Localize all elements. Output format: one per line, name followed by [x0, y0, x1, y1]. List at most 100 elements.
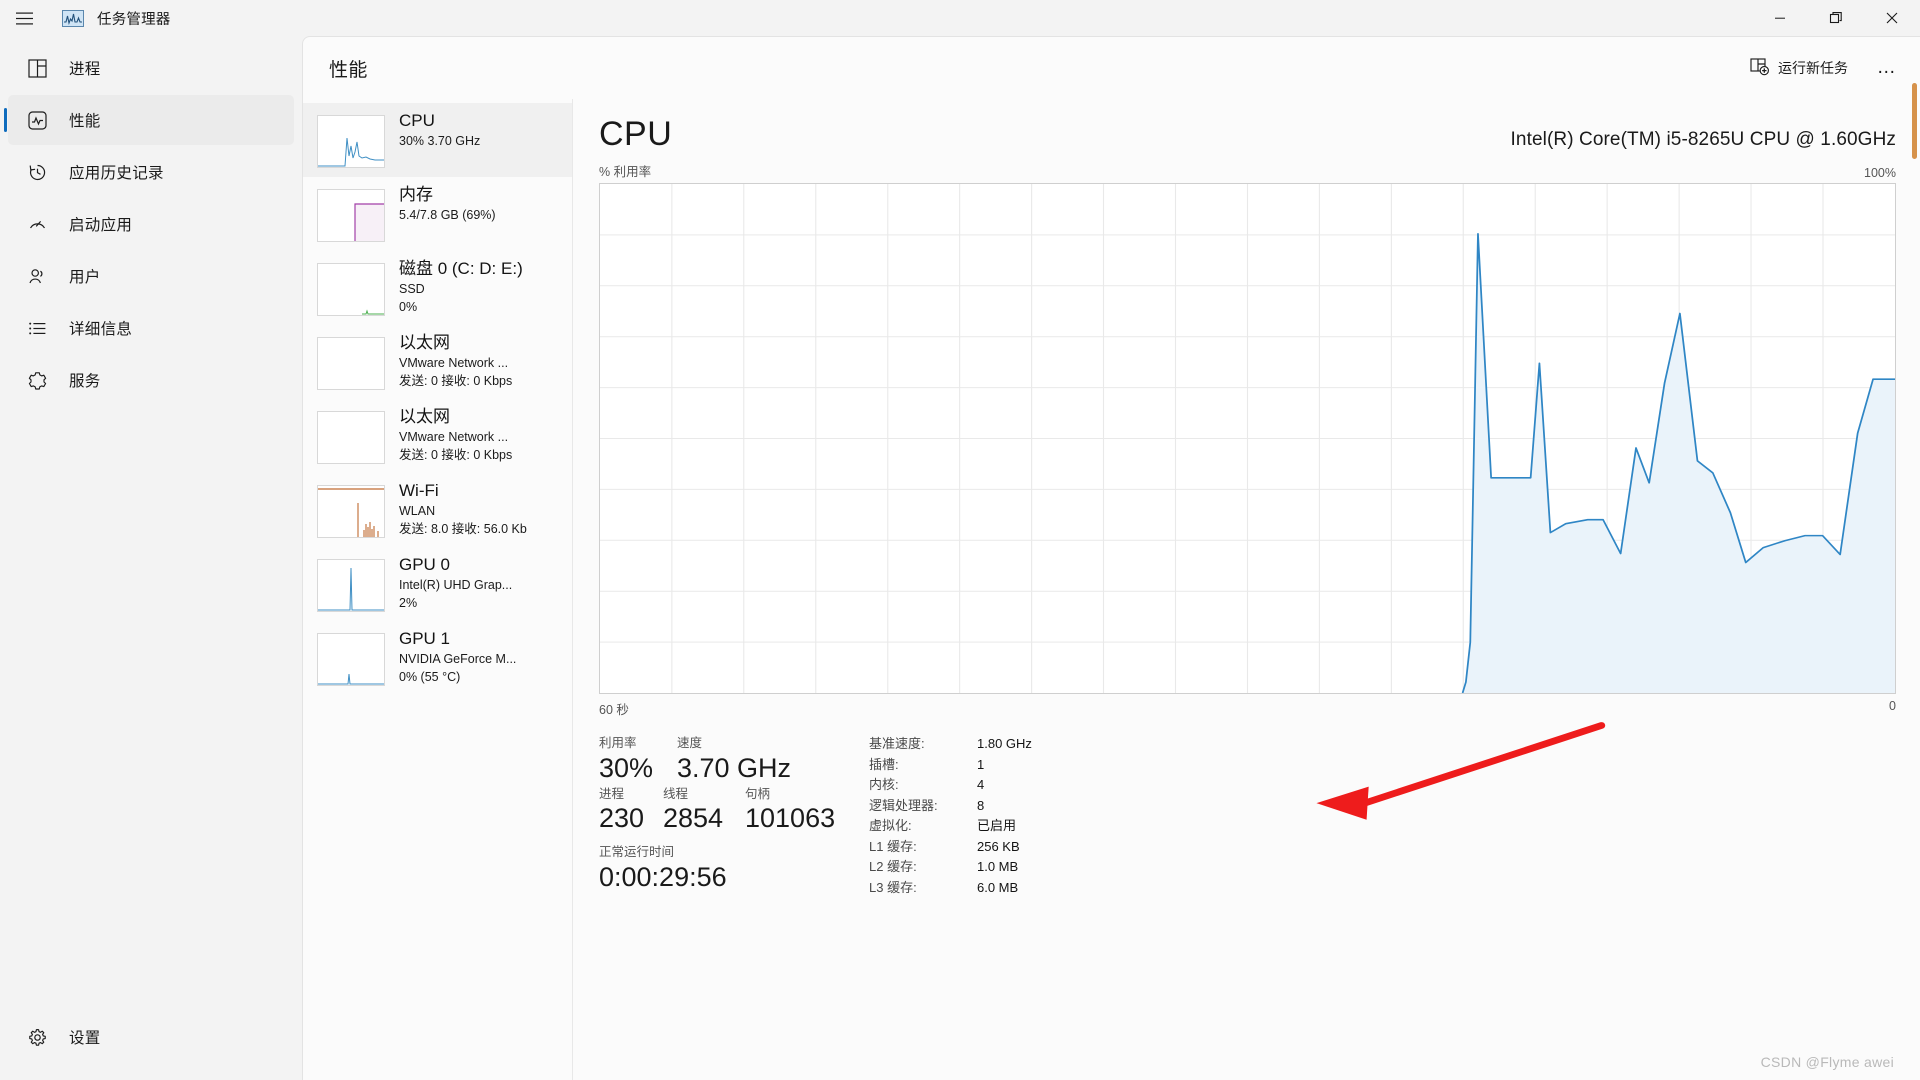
stat-handles: 句柄 101063 — [745, 785, 855, 836]
resource-item-gpu-0[interactable]: GPU 0 Intel(R) UHD Grap... 2% — [303, 547, 572, 621]
sidebar-label: 应用历史记录 — [69, 165, 164, 182]
spec-key: 插槽: — [869, 756, 899, 772]
services-icon — [22, 371, 52, 390]
sidebar-item-processes[interactable]: 进程 — [8, 43, 294, 93]
resource-text: CPU 30% 3.70 GHz — [399, 111, 480, 150]
resource-item-gpu-1[interactable]: GPU 1 NVIDIA GeForce M... 0% (55 °C) — [303, 621, 572, 695]
stat-label: 进程 — [599, 786, 625, 801]
details-icon — [22, 319, 52, 338]
window-body: 进程 性能 应用历史记录 启动应用 用户 详细信息 服务 设置 性能 运行新任务… — [0, 36, 1920, 1080]
minimize-button[interactable] — [1752, 0, 1808, 36]
spec-l1-cache: L1 缓存: 256 KB — [869, 837, 1896, 858]
window-title: 任务管理器 — [97, 11, 171, 28]
resource-sub: 发送: 0 接收: 0 Kbps — [399, 373, 513, 388]
resource-item-ethernet-2[interactable]: 以太网 VMware Network ... 发送: 0 接收: 0 Kbps — [303, 399, 572, 473]
sidebar-label: 性能 — [69, 113, 101, 130]
task-manager-icon — [60, 8, 86, 28]
resource-sub: Intel(R) UHD Grap... — [399, 577, 513, 592]
cpu-detail-pane: CPU Intel(R) Core(TM) i5-8265U CPU @ 1.6… — [573, 99, 1920, 1080]
run-new-task-button[interactable]: 运行新任务 — [1738, 51, 1860, 85]
cpu-spec-list: 基准速度: 1.80 GHz 插槽: 1 内核: 4 逻辑处理器: 8 虚拟化:… — [859, 734, 1896, 898]
stat-label: 速度 — [677, 736, 703, 750]
spec-l2-cache: L2 缓存: 1.0 MB — [869, 857, 1896, 878]
resource-text: 磁盘 0 (C: D: E:) SSD 0% — [399, 259, 523, 316]
resource-text: 以太网 VMware Network ... 发送: 0 接收: 0 Kbps — [399, 407, 512, 464]
processes-icon — [22, 58, 52, 78]
resource-item-cpu[interactable]: CPU 30% 3.70 GHz — [303, 103, 572, 177]
sparkline-disk — [317, 263, 385, 316]
stat-value: 3.70 GHz — [677, 752, 792, 783]
resource-title: 以太网 — [399, 333, 450, 352]
graph-y-label: % 利用率 — [599, 165, 652, 179]
resource-sub: 发送: 0 接收: 0 Kbps — [399, 447, 513, 462]
resource-sub: 2% — [399, 595, 418, 610]
resource-title: Wi-Fi — [399, 481, 439, 500]
resource-sub: VMware Network ... — [399, 429, 509, 444]
detail-header: CPU Intel(R) Core(TM) i5-8265U CPU @ 1.6… — [599, 99, 1896, 151]
graph-axis-top: % 利用率 100% — [599, 161, 1896, 180]
spec-value: 6.0 MB — [977, 879, 1019, 895]
sidebar-label: 用户 — [69, 269, 101, 286]
sparkline-gpu1 — [317, 633, 385, 686]
cpu-graph-svg — [600, 184, 1895, 693]
startup-icon — [22, 215, 52, 234]
task-manager-window: 任务管理器 进程 性能 应用历史记录 启动应用 用户 详细信息 服务 设置 性能… — [0, 0, 1920, 1080]
sparkline-memory — [317, 189, 385, 242]
resource-text: 以太网 VMware Network ... 发送: 0 接收: 0 Kbps — [399, 333, 512, 390]
performance-icon — [22, 110, 52, 130]
stat-label: 句柄 — [745, 786, 771, 801]
sidebar-item-details[interactable]: 详细信息 — [8, 303, 294, 353]
resource-item-wifi[interactable]: Wi-Fi WLAN 发送: 8.0 接收: 56.0 Kb — [303, 473, 572, 547]
gear-icon — [22, 1028, 52, 1047]
spec-key: L1 缓存: — [869, 838, 917, 854]
more-options-button[interactable]: … — [1868, 51, 1906, 85]
resource-title: 内存 — [399, 185, 433, 204]
stat-utilization: 利用率 30% — [599, 734, 677, 785]
resource-text: Wi-Fi WLAN 发送: 8.0 接收: 56.0 Kb — [399, 481, 527, 538]
graph-x-label: 60 秒 — [599, 703, 629, 717]
spec-key: L3 缓存: — [869, 879, 917, 895]
resource-text: GPU 0 Intel(R) UHD Grap... 2% — [399, 555, 512, 612]
sidebar-item-settings[interactable]: 设置 — [8, 1012, 294, 1062]
sidebar-item-startup-apps[interactable]: 启动应用 — [8, 199, 294, 249]
sidebar-label: 设置 — [69, 1030, 101, 1047]
sidebar: 进程 性能 应用历史记录 启动应用 用户 详细信息 服务 设置 — [0, 36, 302, 1080]
sidebar-item-services[interactable]: 服务 — [8, 355, 294, 405]
scrollbar-thumb[interactable] — [1912, 83, 1917, 159]
spec-key: L2 缓存: — [869, 859, 917, 875]
spec-cores: 内核: 4 — [869, 775, 1896, 796]
stat-label: 利用率 — [599, 736, 637, 750]
users-icon — [22, 267, 52, 286]
maximize-button[interactable] — [1808, 0, 1864, 36]
resource-item-memory[interactable]: 内存 5.4/7.8 GB (69%) — [303, 177, 572, 251]
resource-sub: VMware Network ... — [399, 355, 509, 370]
resource-sub: WLAN — [399, 503, 436, 518]
resource-list[interactable]: CPU 30% 3.70 GHz 内存 5.4/7.8 GB (69%) 磁盘 … — [303, 99, 573, 1080]
resource-sub: NVIDIA GeForce M... — [399, 651, 517, 666]
cpu-stats: 利用率 30% 速度 3.70 GHz 进程 230 线程 2854 句柄 10… — [599, 734, 1896, 898]
hamburger-icon[interactable] — [0, 0, 48, 36]
sidebar-label: 服务 — [69, 373, 101, 390]
stat-value: 0:00:29:56 — [599, 861, 727, 892]
resource-item-ethernet-1[interactable]: 以太网 VMware Network ... 发送: 0 接收: 0 Kbps — [303, 325, 572, 399]
performance-panes: CPU 30% 3.70 GHz 内存 5.4/7.8 GB (69%) 磁盘 … — [303, 99, 1920, 1080]
spec-value: 8 — [977, 797, 985, 813]
sparkline-gpu0 — [317, 559, 385, 612]
spec-value: 256 KB — [977, 838, 1020, 854]
stat-label: 线程 — [663, 786, 689, 801]
spec-key: 虚拟化: — [869, 818, 912, 834]
resource-item-disk[interactable]: 磁盘 0 (C: D: E:) SSD 0% — [303, 251, 572, 325]
resource-title: GPU 1 — [399, 629, 451, 648]
resource-sub: 0% — [399, 299, 418, 314]
content-header: 性能 运行新任务 … — [303, 37, 1920, 99]
watermark: CSDN @Flyme awei — [1760, 1054, 1894, 1070]
spec-sockets: 插槽: 1 — [869, 755, 1896, 776]
sparkline-wifi — [317, 485, 385, 538]
resource-sub: 30% 3.70 GHz — [399, 133, 481, 148]
stat-value: 101063 — [745, 803, 836, 834]
close-button[interactable] — [1864, 0, 1920, 36]
title-bar: 任务管理器 — [0, 0, 1920, 36]
sidebar-item-performance[interactable]: 性能 — [4, 95, 294, 145]
sidebar-item-users[interactable]: 用户 — [8, 251, 294, 301]
sidebar-item-app-history[interactable]: 应用历史记录 — [8, 147, 294, 197]
